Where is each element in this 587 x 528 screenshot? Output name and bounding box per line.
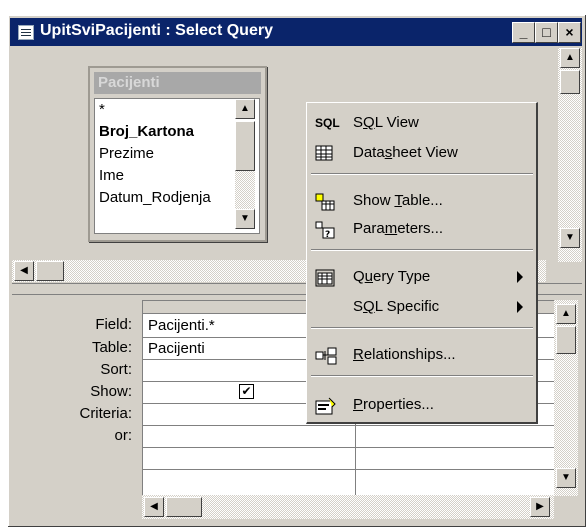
- row-label-or: or:: [114, 427, 132, 444]
- field-item[interactable]: Broj_Kartona: [99, 123, 229, 140]
- field-item[interactable]: Ime: [99, 167, 229, 184]
- query-type-icon: [315, 269, 337, 287]
- relationships-icon: [315, 347, 337, 365]
- parameters-icon: ?: [315, 221, 337, 240]
- scroll-thumb-h[interactable]: [36, 261, 64, 281]
- query-icon: [18, 25, 34, 40]
- menu-separator: [311, 249, 533, 251]
- grid-vscroll-thumb[interactable]: [556, 326, 576, 354]
- row-label-sort: Sort:: [100, 361, 132, 378]
- scroll-up-icon[interactable]: ▲: [235, 99, 255, 119]
- menu-item-label: SQL View: [353, 114, 419, 131]
- sql-icon: SQL: [315, 116, 340, 130]
- scroll-left-icon[interactable]: ◀: [14, 261, 34, 281]
- table-cell[interactable]: Pacijenti: [148, 340, 205, 357]
- scroll-down-icon[interactable]: ▼: [556, 468, 576, 488]
- row-label-field: Field:: [95, 316, 132, 333]
- grid-vscroll[interactable]: ▲ ▼: [554, 300, 578, 496]
- menu-separator: [311, 173, 533, 175]
- show-checkbox[interactable]: ✔: [239, 384, 254, 399]
- menu-item-datasheet-view[interactable]: Datasheet View: [307, 139, 535, 167]
- submenu-arrow-icon: [517, 271, 523, 283]
- scroll-up-icon[interactable]: ▲: [556, 304, 576, 324]
- menu-item-label: SQL Specific: [353, 298, 440, 315]
- field-item[interactable]: Datum_Rodjenja: [99, 189, 229, 206]
- menu-item-show-table[interactable]: Show Table...: [307, 187, 535, 215]
- row-label-show: Show:: [90, 383, 132, 400]
- properties-icon: [315, 397, 337, 415]
- menu-separator: [311, 327, 533, 329]
- scroll-left-icon[interactable]: ◀: [144, 497, 164, 517]
- menu-item-sql-specific[interactable]: SQL Specific: [307, 293, 535, 321]
- menu-item-properties[interactable]: Properties...: [307, 391, 535, 419]
- field-item[interactable]: *: [99, 101, 229, 118]
- row-label-criteria: Criteria:: [79, 405, 132, 422]
- close-button[interactable]: ×: [558, 22, 581, 43]
- menu-item-sql-view[interactable]: SQL SQL View: [307, 109, 535, 137]
- grid-hscroll[interactable]: ◀ ▶: [142, 495, 554, 519]
- menu-item-query-type[interactable]: Query Type: [307, 263, 535, 291]
- menu-item-label: Parameters...: [353, 220, 444, 237]
- grid-hscroll-thumb[interactable]: [166, 497, 202, 517]
- submenu-arrow-icon: [517, 301, 523, 313]
- field-item[interactable]: Prezime: [99, 145, 229, 162]
- menu-item-label: Datasheet View: [353, 144, 458, 161]
- scroll-up-icon[interactable]: ▲: [560, 48, 580, 68]
- field-list-window[interactable]: Pacijenti * Broj_Kartona Prezime Ime Dat…: [88, 66, 267, 242]
- table-pane-vscroll[interactable]: ▲ ▼: [558, 48, 582, 262]
- title-bar[interactable]: UpitSviPacijenti : Select Query _ □ ×: [10, 18, 582, 46]
- minimize-button[interactable]: _: [512, 22, 535, 43]
- field-cell[interactable]: Pacijenti.*: [148, 317, 215, 334]
- field-list-title[interactable]: Pacijenti: [94, 72, 261, 94]
- menu-item-label: Relationships...: [353, 346, 456, 363]
- context-menu: SQL SQL View Datasheet View Show Table..…: [306, 102, 538, 424]
- field-list[interactable]: * Broj_Kartona Prezime Ime Datum_Rodjenj…: [94, 98, 260, 234]
- menu-item-label: Show Table...: [353, 192, 443, 209]
- window-title: UpitSviPacijenti : Select Query: [40, 22, 273, 39]
- show-table-icon: [315, 193, 337, 211]
- menu-item-label: Properties...: [353, 396, 434, 413]
- maximize-button[interactable]: □: [535, 22, 558, 43]
- field-list-thumb[interactable]: [235, 121, 255, 171]
- menu-item-parameters[interactable]: ? Parameters...: [307, 215, 535, 243]
- menu-separator: [311, 375, 533, 377]
- svg-text:?: ?: [325, 230, 330, 239]
- row-label-table: Table:: [91, 339, 132, 356]
- scroll-right-icon[interactable]: ▶: [530, 497, 550, 517]
- scroll-down-icon[interactable]: ▼: [560, 228, 580, 248]
- scroll-thumb[interactable]: [560, 70, 580, 94]
- datasheet-icon: [315, 145, 337, 161]
- menu-item-relationships[interactable]: Relationships...: [307, 341, 535, 369]
- scroll-down-icon[interactable]: ▼: [235, 209, 255, 229]
- field-list-track[interactable]: [235, 171, 255, 209]
- menu-item-label: Query Type: [353, 268, 431, 285]
